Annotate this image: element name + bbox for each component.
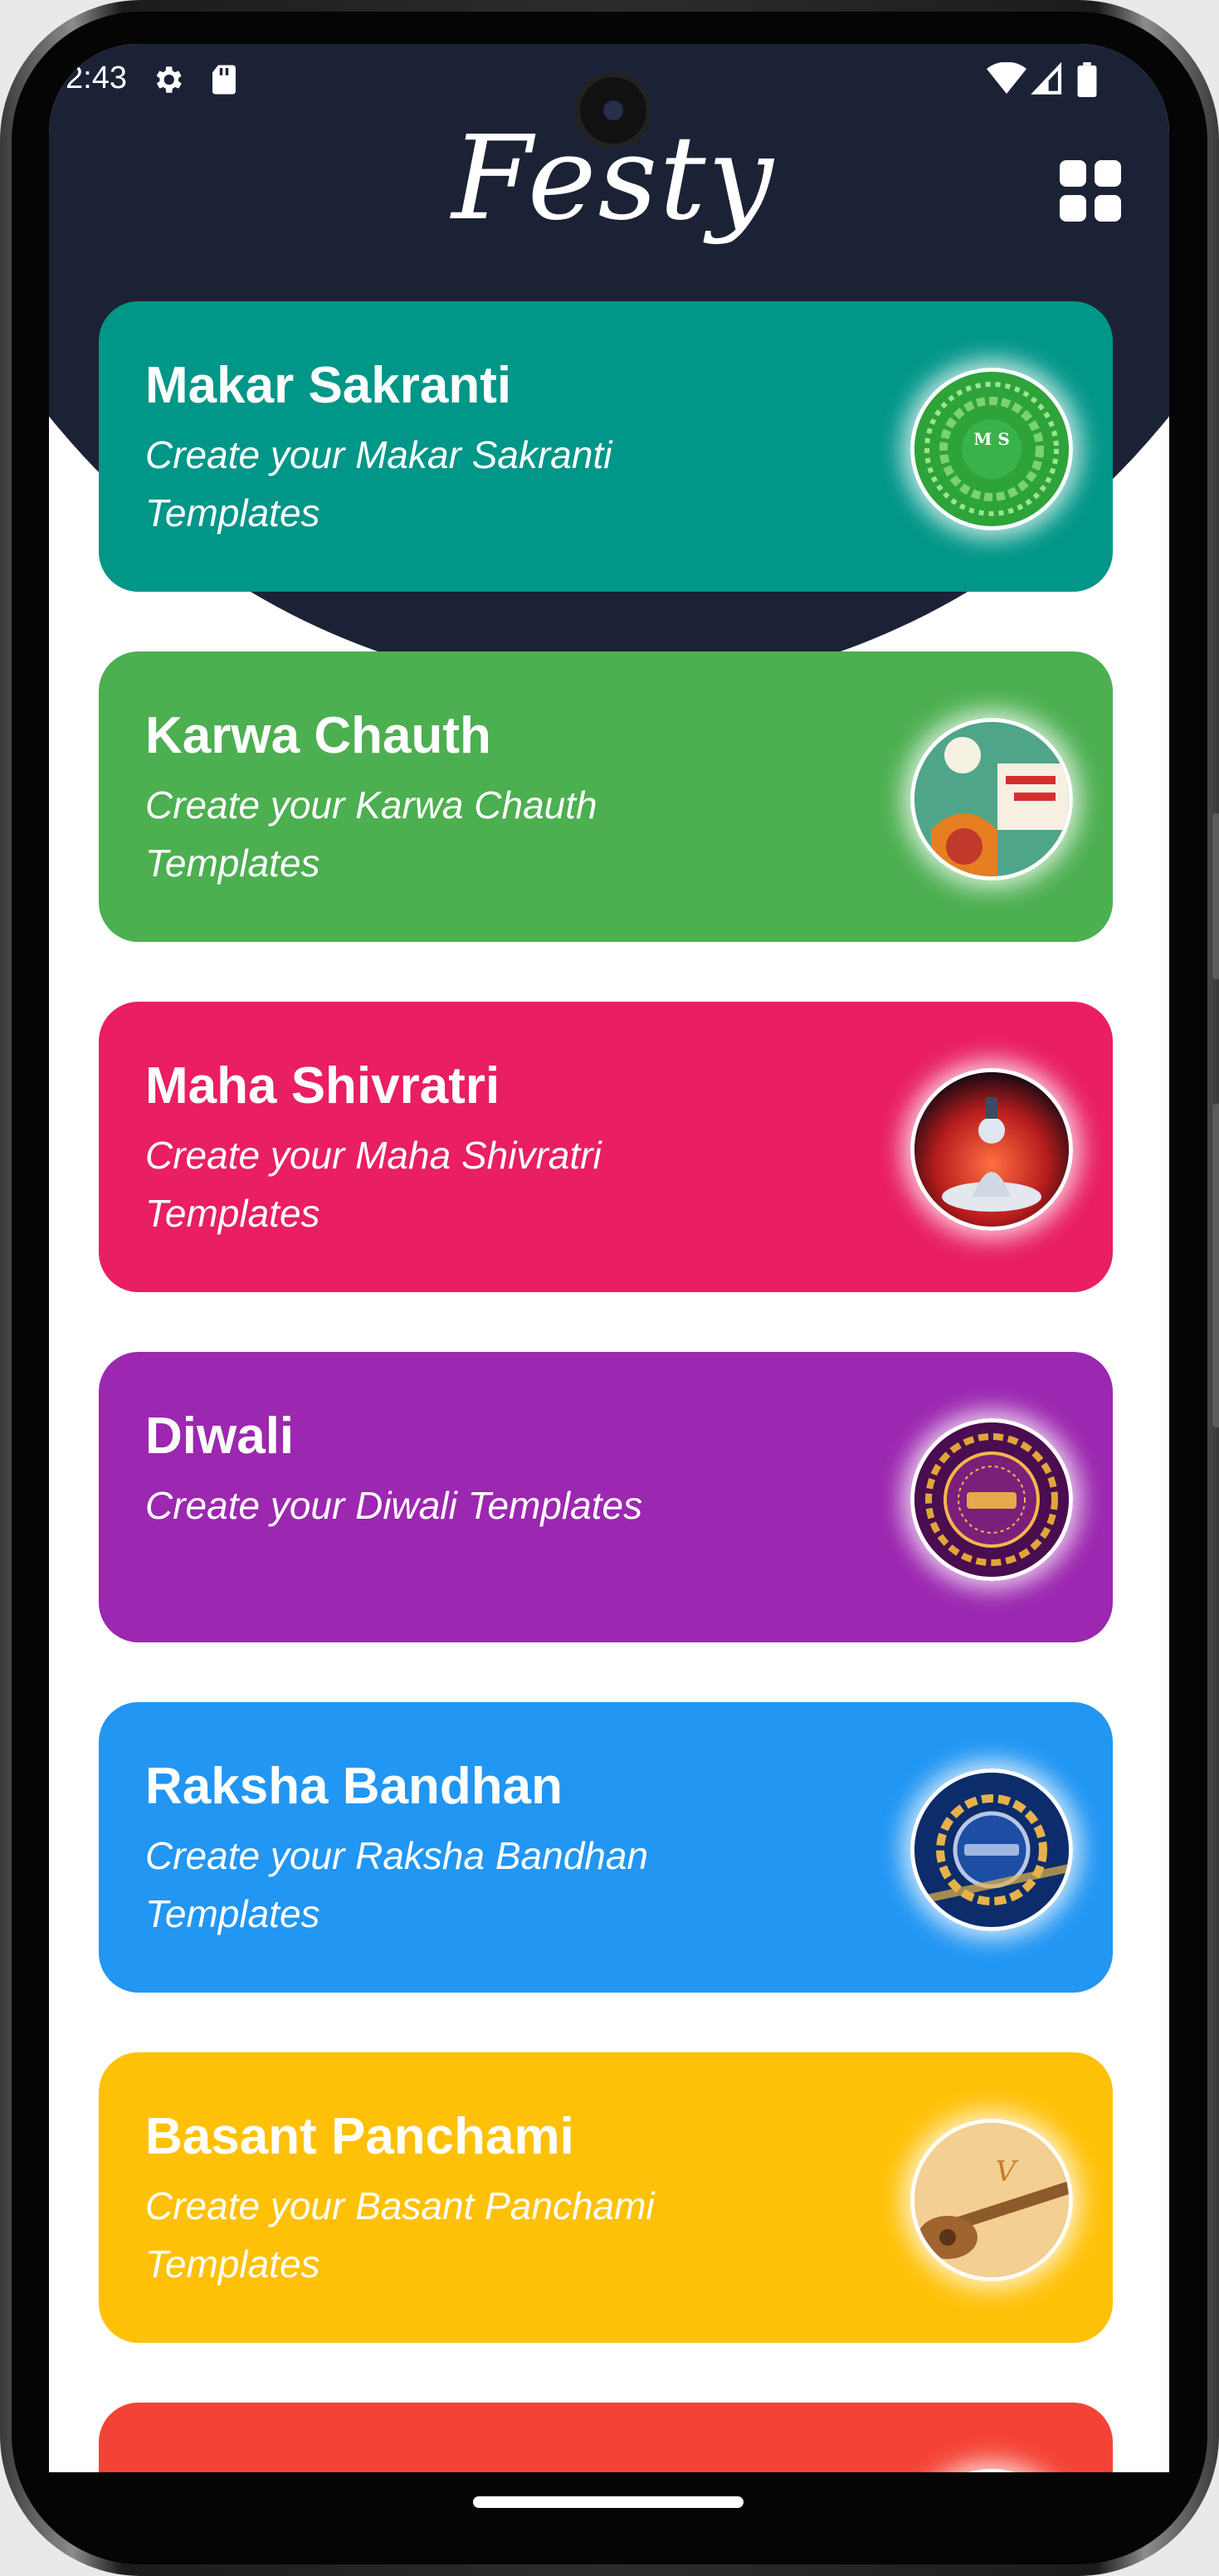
grid-menu-icon — [1095, 195, 1121, 222]
card-title: Basant Panchami — [145, 2108, 574, 2165]
category-card-partial[interactable] — [99, 2403, 1113, 2472]
svg-text:V: V — [996, 2155, 1019, 2188]
card-subtitle: Create your Basant Panchami Templates — [145, 2184, 655, 2286]
card-title: Diwali — [145, 1408, 295, 1465]
card-thumbnail: V — [910, 2119, 1073, 2281]
grid-menu-icon — [1095, 160, 1121, 187]
power-button — [1212, 1104, 1219, 1427]
category-card-karwa-chauth[interactable]: Karwa Chauth Create your Karwa Chauth Te… — [99, 651, 1113, 942]
card-subtitle: Create your Karwa Chauth Templates — [145, 783, 597, 885]
category-card-maha-shivratri[interactable]: Maha Shivratri Create your Maha Shivratr… — [99, 1002, 1113, 1292]
card-thumbnail — [910, 2469, 1073, 2472]
category-card-basant-panchami[interactable]: Basant Panchami Create your Basant Panch… — [99, 2052, 1113, 2343]
volume-button — [1212, 813, 1219, 979]
card-thumbnail — [910, 718, 1073, 881]
signal-icon — [1031, 62, 1062, 95]
home-gesture-bar[interactable] — [473, 2496, 744, 2508]
status-time: 2:43 — [66, 61, 127, 95]
card-title: Makar Sakranti — [145, 357, 512, 414]
app-logo: Festy — [451, 111, 775, 246]
category-card-raksha-bandhan[interactable]: Raksha Bandhan Create your Raksha Bandha… — [99, 1702, 1113, 1993]
card-thumbnail — [910, 1418, 1073, 1581]
card-subtitle: Create your Makar Sakranti Templates — [145, 433, 612, 534]
card-thumbnail — [910, 1068, 1073, 1231]
category-card-makar-sakranti[interactable]: Makar Sakranti Create your Makar Sakrant… — [99, 301, 1113, 592]
card-title: Maha Shivratri — [145, 1057, 500, 1115]
app-screen: 2:43 Festy Makar Sakranti Create your Ma… — [49, 44, 1169, 2472]
category-card-diwali[interactable]: Diwali Create your Diwali Templates — [99, 1352, 1113, 1642]
phone-frame: 2:43 Festy Makar Sakranti Create your Ma… — [0, 0, 1219, 2576]
card-title: Raksha Bandhan — [145, 1758, 563, 1815]
settings-icon — [156, 66, 182, 93]
card-subtitle: Create your Diwali Templates — [145, 1484, 643, 1527]
grid-menu-icon — [1060, 160, 1086, 187]
sd-card-icon — [212, 65, 236, 95]
card-subtitle: Create your Raksha Bandhan Templates — [145, 1834, 649, 1935]
grid-menu-icon — [1060, 195, 1086, 222]
wifi-icon — [987, 62, 1026, 94]
battery-icon — [1077, 62, 1097, 97]
card-thumbnail: M S — [910, 368, 1073, 530]
card-thumbnail — [910, 1769, 1073, 1931]
card-subtitle: Create your Maha Shivratri Templates — [145, 1134, 602, 1235]
card-title: Karwa Chauth — [145, 707, 491, 764]
grid-menu-button[interactable] — [1060, 160, 1123, 223]
svg-text:M S: M S — [973, 429, 1010, 449]
